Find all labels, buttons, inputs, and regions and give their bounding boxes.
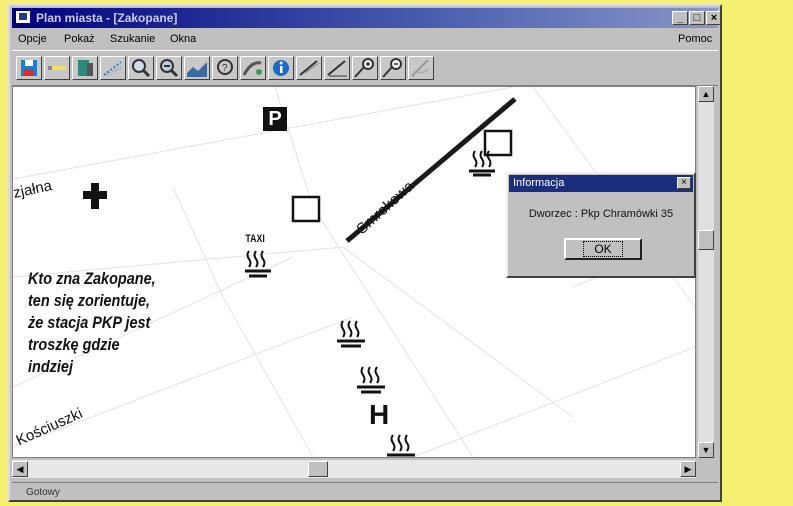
status-text: Gotowy (26, 487, 60, 498)
menu-szukanie[interactable]: Szukanie (110, 33, 155, 45)
dotted-button[interactable] (100, 56, 126, 80)
caption-line: że stacja PKP jest (28, 313, 151, 332)
toolbar: ? (12, 50, 718, 86)
scroll-down-arrow-icon[interactable]: ▼ (698, 442, 714, 458)
dotted-icon (103, 61, 122, 76)
save-icon (21, 60, 37, 76)
restaurant-icon (357, 366, 385, 394)
zoom-out-icon (160, 59, 179, 78)
scroll-left-arrow-icon[interactable]: ◀ (12, 461, 28, 477)
measure-button[interactable] (296, 56, 322, 80)
close-button[interactable]: × (706, 11, 720, 25)
dialog-title: Informacja (513, 177, 565, 189)
dialog-message: Dworzec : Pkp Chramówki 35 (528, 208, 674, 220)
help-icon: ? (217, 59, 233, 75)
zoom-out-button[interactable] (156, 56, 182, 80)
zoom-in-button[interactable] (128, 56, 154, 80)
help-button[interactable]: ? (212, 56, 238, 80)
route-button[interactable] (240, 56, 266, 80)
menu-bar: Opcje Pokaż Szukanie Okna Pomoc (12, 30, 718, 48)
map-icon (187, 62, 207, 77)
info-button[interactable] (268, 56, 294, 80)
church-icon (83, 183, 107, 209)
svg-text:?: ? (222, 63, 228, 74)
ok-button-label: OK (583, 241, 623, 257)
hotel-symbol: H (369, 399, 390, 430)
scroll-thumb[interactable] (308, 461, 328, 477)
scale-button[interactable] (324, 56, 350, 80)
scroll-right-arrow-icon[interactable]: ▶ (680, 461, 696, 477)
horizontal-scrollbar[interactable]: ◀ ▶ (12, 460, 696, 478)
app-window: Plan miasta - [Zakopane] _ □ × Opcje Pok… (8, 4, 722, 502)
minimize-button[interactable]: _ (672, 11, 688, 25)
info-icon (273, 60, 289, 76)
scroll-up-arrow-icon[interactable]: ▲ (698, 86, 714, 102)
menu-pomoc[interactable]: Pomoc (678, 33, 712, 45)
zoom-in-step-icon (354, 58, 374, 78)
dialog-close-button[interactable]: × (677, 177, 691, 189)
vertical-scrollbar[interactable]: ▲ ▼ (698, 86, 714, 458)
zoom-plus-icon (382, 58, 402, 78)
window-title: Plan miasta - [Zakopane] (36, 11, 178, 25)
caption: Kto zna Zakopane, ten się zorientuje, że… (28, 268, 190, 378)
draw-icon (411, 59, 430, 77)
zoom-in-step-button[interactable] (352, 56, 378, 80)
restaurant-icon (337, 320, 365, 348)
ok-button[interactable]: OK (564, 238, 642, 260)
info-dialog: Informacja × Dworzec : Pkp Chramówki 35 … (506, 172, 696, 278)
zoom-in-icon (132, 59, 151, 78)
restaurant-icon (387, 434, 415, 457)
caption-line: indziej (28, 357, 73, 376)
menu-okna[interactable]: Okna (170, 33, 196, 45)
pencil-button[interactable] (44, 56, 70, 80)
maximize-button[interactable]: □ (689, 11, 705, 25)
taxi-label: TAXI (245, 233, 265, 245)
book-icon (78, 60, 93, 76)
station-marker (291, 195, 321, 223)
menu-opcje[interactable]: Opcje (18, 33, 47, 45)
pencil-icon (48, 66, 66, 70)
route-icon (242, 61, 262, 76)
book-button[interactable] (72, 56, 98, 80)
menu-pokaz[interactable]: Pokaż (64, 33, 95, 45)
parking-symbol: P (268, 108, 282, 130)
app-icon[interactable] (16, 11, 30, 23)
dialog-title-bar[interactable]: Informacja × (509, 175, 693, 192)
zoom-plus-button[interactable] (380, 56, 406, 80)
scroll-thumb[interactable] (698, 230, 714, 250)
title-bar[interactable]: Plan miasta - [Zakopane] _ □ × (12, 8, 720, 28)
measure-icon (299, 60, 320, 76)
status-bar: Gotowy (12, 482, 718, 500)
caption-line: troszkę gdzie (28, 335, 120, 354)
draw-button[interactable] (408, 56, 434, 80)
map-button[interactable] (184, 56, 210, 80)
save-button[interactable] (16, 56, 42, 80)
caption-line: Kto zna Zakopane, (28, 269, 156, 288)
caption-line: ten się zorientuje, (28, 291, 151, 310)
scale-icon (327, 60, 347, 77)
